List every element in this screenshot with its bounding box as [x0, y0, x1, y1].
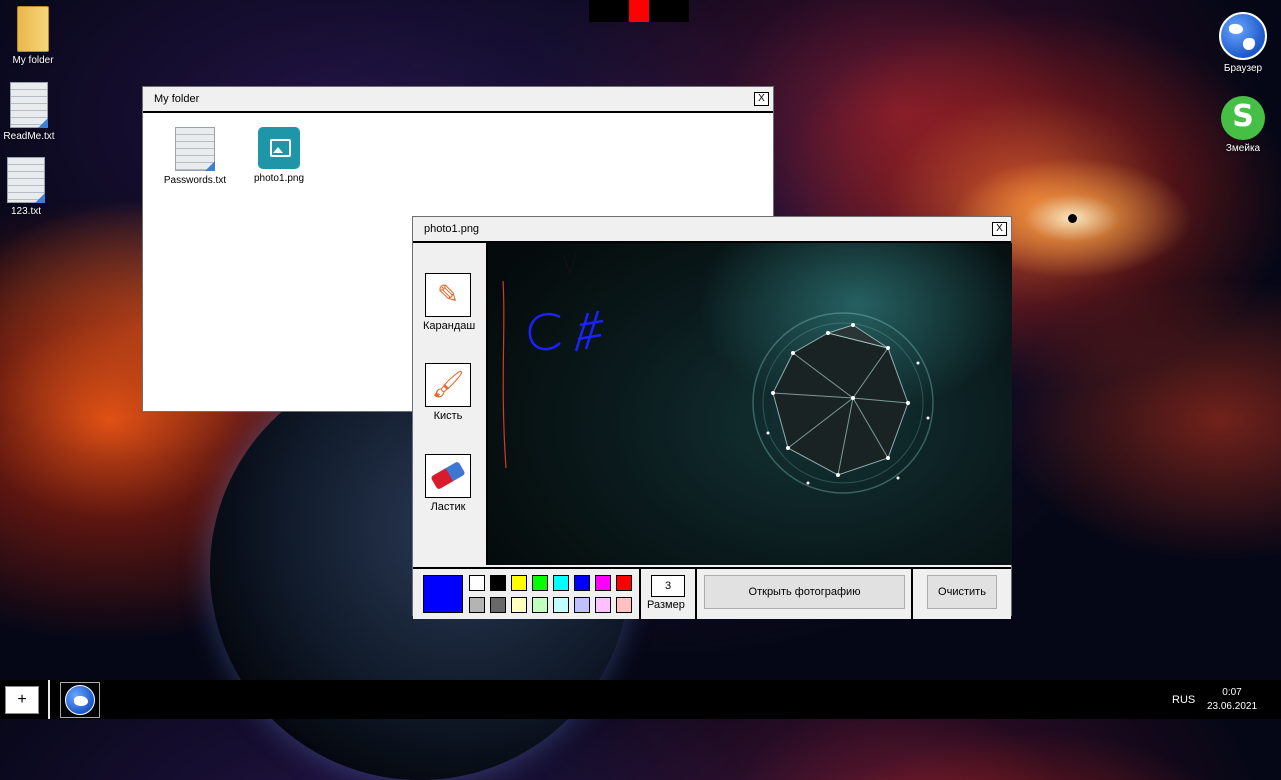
color-swatch[interactable] — [595, 575, 611, 591]
desktop-icon-label: Змейка — [1225, 143, 1261, 154]
desktop-icon-label: ReadMe.txt — [3, 131, 55, 142]
close-button[interactable]: X — [992, 222, 1007, 236]
color-section — [413, 569, 641, 619]
file-item-passwords[interactable]: Passwords.txt — [160, 127, 230, 186]
desktop-icon-123[interactable]: 123.txt — [3, 157, 49, 217]
text-file-icon — [7, 157, 45, 203]
color-swatch[interactable] — [490, 575, 506, 591]
editor-window-title: photo1.png — [424, 223, 480, 235]
color-swatch[interactable] — [595, 597, 611, 613]
folder-icon — [17, 6, 49, 52]
color-swatch[interactable] — [574, 575, 590, 591]
text-file-icon — [10, 82, 48, 128]
tool-brush[interactable]: 🖌 Кисть — [423, 363, 473, 422]
close-button[interactable]: X — [754, 92, 769, 106]
current-color-swatch — [423, 575, 463, 613]
taskbar-separator — [48, 680, 50, 719]
desktop-icon-label: My folder — [12, 55, 54, 66]
desktop-icon-browser[interactable]: Браузер — [1214, 12, 1272, 74]
globe-icon — [1219, 12, 1267, 60]
color-swatch[interactable] — [616, 597, 632, 613]
brush-icon: 🖌 — [425, 363, 471, 407]
taskbar-app-browser[interactable] — [60, 682, 100, 718]
top-indicator-red — [629, 0, 649, 22]
open-section: Открыть фотографию — [697, 569, 913, 619]
color-swatch[interactable] — [490, 597, 506, 613]
size-input[interactable]: 3 — [651, 575, 685, 597]
add-button[interactable]: + — [5, 686, 39, 714]
color-swatch[interactable] — [511, 575, 527, 591]
color-swatch[interactable] — [511, 597, 527, 613]
wallpaper-star-dot — [1068, 214, 1077, 223]
color-swatch[interactable] — [574, 597, 590, 613]
tool-label: Кисть — [433, 410, 463, 422]
editor-bottom-panel: 3 Размер Открыть фотографию Очистить — [413, 567, 1011, 619]
editor-window: photo1.png X ✎ Карандаш 🖌 Кисть Ластик 3… — [412, 216, 1012, 619]
folder-window-title: My folder — [154, 93, 200, 105]
desktop-icon-my-folder[interactable]: My folder — [8, 6, 58, 66]
color-swatch[interactable] — [532, 597, 548, 613]
file-label: photo1.png — [253, 173, 305, 184]
open-photo-button[interactable]: Открыть фотографию — [704, 575, 905, 609]
pencil-icon: ✎ — [425, 273, 471, 317]
editor-window-titlebar[interactable]: photo1.png X — [413, 217, 1011, 243]
clock[interactable]: 0:07 23.06.2021 — [1204, 686, 1260, 714]
file-item-photo1[interactable]: photo1.png — [244, 127, 314, 184]
desktop-icon-label: 123.txt — [10, 206, 42, 217]
top-indicator-bar — [589, 0, 689, 22]
canvas-image — [502, 252, 934, 494]
color-swatch[interactable] — [532, 575, 548, 591]
snake-icon: S — [1221, 96, 1265, 140]
clock-time: 0:07 — [1222, 687, 1242, 698]
desktop-icon-snake[interactable]: S Змейка — [1214, 96, 1272, 154]
globe-icon — [65, 685, 95, 715]
taskbar: + RUS 0:07 23.06.2021 — [0, 680, 1281, 719]
tool-pencil[interactable]: ✎ Карандаш — [423, 273, 476, 332]
desktop-icon-label: Браузер — [1223, 63, 1263, 74]
tool-eraser[interactable]: Ластик — [423, 454, 473, 513]
drawing-canvas[interactable] — [486, 243, 1012, 565]
tool-label: Ластик — [430, 501, 466, 513]
eraser-icon — [425, 454, 471, 498]
desktop-icon-readme[interactable]: ReadMe.txt — [3, 82, 55, 142]
clear-button[interactable]: Очистить — [927, 575, 997, 609]
color-swatch[interactable] — [553, 597, 569, 613]
tool-label: Карандаш — [423, 320, 476, 332]
color-swatch[interactable] — [469, 597, 485, 613]
color-swatch[interactable] — [469, 575, 485, 591]
color-swatch[interactable] — [616, 575, 632, 591]
clock-date: 23.06.2021 — [1206, 701, 1258, 712]
file-label: Passwords.txt — [163, 175, 227, 186]
color-swatch[interactable] — [553, 575, 569, 591]
text-file-icon — [175, 127, 215, 171]
folder-window-titlebar[interactable]: My folder X — [143, 87, 773, 113]
size-label: Размер — [647, 599, 685, 611]
image-file-icon — [258, 127, 300, 169]
language-indicator[interactable]: RUS — [1172, 694, 1195, 706]
clear-section: Очистить — [913, 569, 1009, 619]
size-section: 3 Размер — [641, 569, 697, 619]
